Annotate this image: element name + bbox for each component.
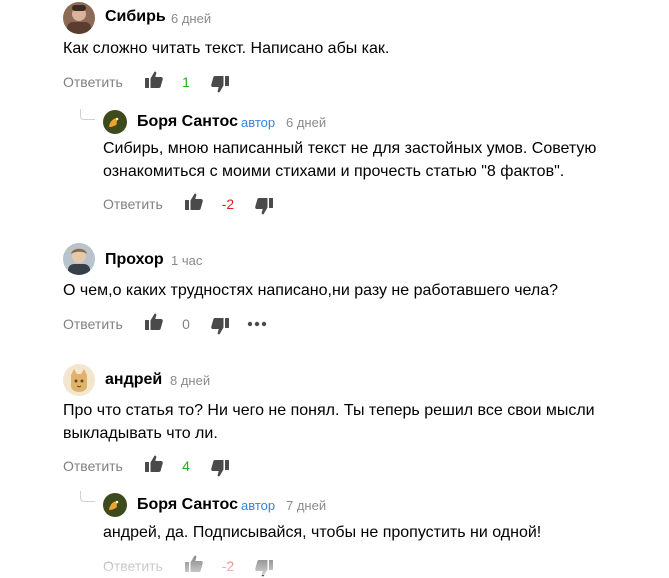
reply-thread-line — [80, 491, 95, 502]
reply-button[interactable]: Ответить — [103, 558, 163, 574]
comment-time: 1 час — [171, 253, 203, 268]
avatar[interactable] — [103, 493, 127, 517]
comment-text: Как сложно читать текст. Написано абы ка… — [63, 40, 390, 57]
comment-text: андрей, да. Подписывайся, чтобы не пропу… — [103, 524, 542, 541]
comment-time: 6 дней — [171, 11, 212, 26]
comment-time: 7 дней — [286, 498, 327, 513]
comment-author[interactable]: Прохор — [105, 251, 164, 269]
more-options-icon[interactable] — [247, 320, 267, 328]
rating-count: 4 — [182, 458, 190, 474]
photo-avatar-icon — [63, 2, 95, 34]
rating-count: 1 — [182, 74, 190, 90]
like-icon[interactable] — [184, 554, 204, 574]
avatar[interactable] — [63, 243, 95, 275]
rating-count: 0 — [182, 316, 190, 332]
reply-button[interactable]: Ответить — [63, 74, 123, 90]
like-icon[interactable] — [184, 192, 204, 212]
like-icon[interactable] — [144, 312, 164, 332]
avatar[interactable] — [103, 110, 127, 134]
reply-button[interactable]: Ответить — [103, 196, 163, 212]
avatar[interactable] — [63, 364, 95, 396]
comment-author[interactable]: андрей — [105, 371, 162, 389]
comment-text: Про что статья то? Ни чего не понял. Ты … — [63, 399, 595, 445]
dislike-icon[interactable] — [210, 74, 230, 94]
reply-thread-line — [80, 109, 95, 120]
bird-avatar-icon — [103, 110, 127, 134]
avatar[interactable] — [63, 2, 95, 34]
comment-time: 8 дней — [170, 373, 211, 388]
photo-avatar-icon — [63, 243, 95, 275]
reply-button[interactable]: Ответить — [63, 316, 123, 332]
comment-text: О чем,о каких трудностях написано,ни раз… — [63, 282, 559, 299]
reply-button[interactable]: Ответить — [63, 458, 123, 474]
rating-count: -2 — [221, 558, 235, 574]
rating-count: -2 — [221, 196, 235, 212]
bird-avatar-icon — [103, 493, 127, 517]
author-badge: автор — [241, 498, 276, 513]
like-icon[interactable] — [144, 70, 164, 90]
cat-avatar-icon — [63, 364, 95, 396]
dislike-icon[interactable] — [254, 196, 274, 216]
comment-time: 6 дней — [286, 115, 327, 130]
comment-author[interactable]: Сибирь — [105, 8, 166, 26]
comment-text: Сибирь, мною написанный текст не для зас… — [103, 137, 596, 183]
dislike-icon[interactable] — [254, 558, 274, 578]
dislike-icon[interactable] — [210, 458, 230, 478]
bottom-fade-overlay — [0, 540, 669, 575]
comment-text-line: Про что статья то? Ни чего не понял. Ты … — [63, 402, 595, 419]
comment-text-line: ознакомиться с моими стихами и прочесть … — [103, 163, 565, 180]
comment-author[interactable]: Боря Сантос — [137, 496, 238, 514]
comment-text-line: Сибирь, мною написанный текст не для зас… — [103, 140, 597, 157]
dislike-icon[interactable] — [210, 316, 230, 336]
like-icon[interactable] — [144, 454, 164, 474]
comment-author[interactable]: Боря Сантос — [137, 113, 238, 131]
comment-text-line: выкладывать что ли. — [63, 425, 218, 442]
author-badge: автор — [241, 115, 276, 130]
